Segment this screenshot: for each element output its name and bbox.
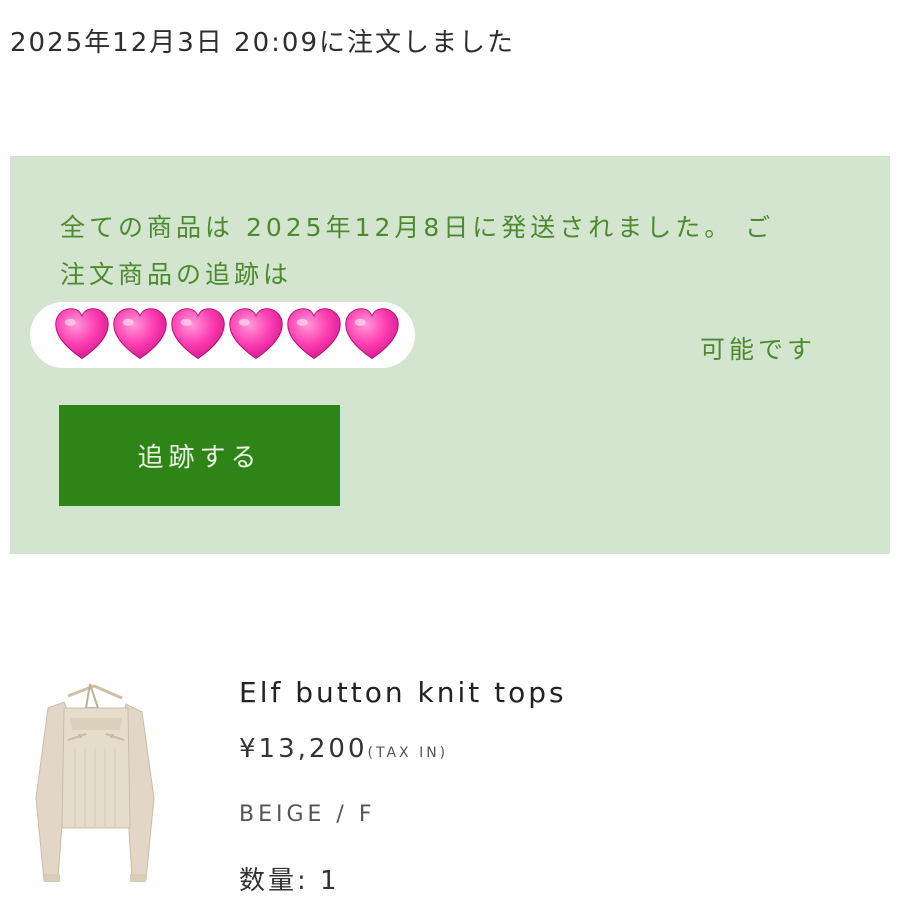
tax-note: (TAX IN) [367,745,449,761]
order-date: 2025年12月3日 20:09に注文しました [10,28,515,58]
product-name[interactable]: Elf button knit tops [239,676,567,709]
product-quantity: 数量: 1 [239,866,340,896]
product-image[interactable] [30,678,160,900]
heart-icon [113,308,167,360]
product-price: ¥13,200(TAX IN) [239,734,448,764]
product-variant: BEIGE / F [239,802,376,827]
order-item: Elf button knit tops ¥13,200(TAX IN) BEI… [0,660,900,900]
heart-icon [229,308,283,360]
heart-icon [55,308,109,360]
shipping-notice: 全ての商品は 2025年12月8日に発送されました。 ご注文商品の追跡は 可能で… [10,156,890,554]
heart-icon [345,308,399,360]
heart-icon [171,308,225,360]
shipping-message: 全ての商品は 2025年12月8日に発送されました。 ご注文商品の追跡は [60,213,775,289]
price-value: ¥13,200 [239,734,368,764]
trackable-text: 可能です [700,335,817,364]
order-page: 2025年12月3日 20:09に注文しました 全ての商品は 2025年12月8… [0,0,900,900]
hearts-row [53,306,401,364]
track-button[interactable]: 追跡する [59,405,340,506]
heart-icon [287,308,341,360]
